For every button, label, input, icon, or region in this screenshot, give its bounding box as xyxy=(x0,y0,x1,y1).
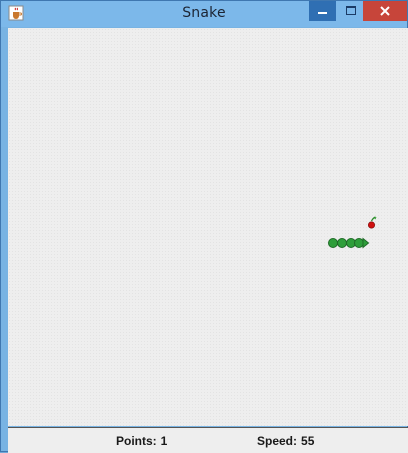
snake-segment xyxy=(337,238,347,248)
speed-display: Speed: 55 xyxy=(257,434,314,448)
close-icon xyxy=(380,6,390,16)
snake-segment xyxy=(354,238,364,248)
speed-value: 55 xyxy=(301,434,315,448)
speed-label: Speed: xyxy=(257,434,298,448)
app-window: Snake Points: 1 Speed: 55 xyxy=(0,0,408,453)
minimize-icon xyxy=(318,12,327,14)
snake xyxy=(328,237,370,249)
snake-head xyxy=(362,237,370,249)
cherry-food xyxy=(367,216,377,229)
close-button[interactable] xyxy=(363,1,407,21)
status-bar: Points: 1 Speed: 55 xyxy=(8,427,408,453)
game-canvas xyxy=(328,216,377,249)
minimize-button[interactable] xyxy=(309,1,336,21)
points-value: 1 xyxy=(160,434,168,448)
maximize-button[interactable] xyxy=(338,1,363,21)
game-board[interactable] xyxy=(8,28,408,426)
points-display: Points: 1 xyxy=(116,434,167,448)
points-label: Points: xyxy=(116,434,157,448)
title-bar[interactable]: Snake xyxy=(1,1,407,27)
snake-segment xyxy=(328,238,338,248)
maximize-icon xyxy=(346,6,356,15)
